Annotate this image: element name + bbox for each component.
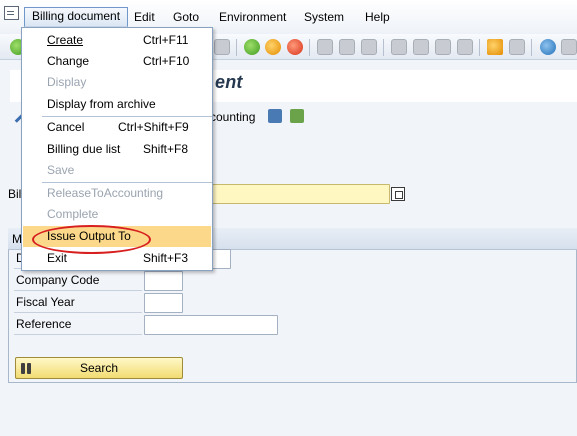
menu-option-cancel[interactable]: Cancel Ctrl+Shift+F9 [23,117,211,138]
first-page-icon[interactable] [391,39,407,55]
previous-page-icon[interactable] [413,39,429,55]
document-flow-icon[interactable] [290,109,304,123]
accounting-button-label[interactable]: counting [210,110,255,124]
create-session-icon[interactable] [487,39,503,55]
menu-option-release-to-accounting: ReleaseToAccounting [47,186,164,200]
company-code-field[interactable] [144,271,183,291]
search-button-label: Search [79,361,119,375]
next-page-icon[interactable] [435,39,451,55]
reference-field[interactable] [144,315,278,335]
search-button[interactable]: Search [15,357,183,379]
menu-option-create[interactable]: Create Ctrl+F11 [23,30,211,51]
help-icon[interactable] [540,39,556,55]
save-icon[interactable] [214,39,230,55]
toolbar-separator [309,39,310,56]
find-next-icon[interactable] [361,39,377,55]
cancel-icon[interactable] [287,39,303,55]
accounting-structure-icon[interactable] [268,109,282,123]
toolbar-separator [531,39,532,56]
menu-option-display-from-archive[interactable]: Display from archive [23,94,211,115]
menu-system[interactable]: System [300,9,348,25]
back-icon[interactable] [244,39,260,55]
exit-icon[interactable] [265,39,281,55]
menu-environment[interactable]: Environment [215,9,290,25]
find-icon[interactable] [339,39,355,55]
billing-document-field[interactable]: 5 [190,184,390,204]
annotation-circle [32,225,151,254]
layout-menu-icon[interactable] [561,39,577,55]
toolbar-separator [383,39,384,56]
shortcut-icon[interactable] [509,39,525,55]
reference-label: Reference [14,315,142,335]
fiscal-year-field[interactable] [144,293,183,313]
fiscal-year-label: Fiscal Year [14,293,142,313]
last-page-icon[interactable] [457,39,473,55]
menu-option-save: Save [47,163,75,177]
page-title: ent [215,72,243,92]
menu-option-complete: Complete [47,207,99,221]
system-menu-icon[interactable] [4,6,19,20]
menu-option-display: Display [47,75,87,89]
toolbar-separator [479,39,480,56]
binoculars-icon [21,361,33,375]
possible-entries-icon[interactable] [391,187,405,201]
toolbar-separator [236,39,237,56]
print-icon[interactable] [317,39,333,55]
menu-option-billing-due-list[interactable]: Billing due list Shift+F8 [23,139,211,160]
empty-area [0,390,577,436]
company-code-label: Company Code [14,271,142,291]
menu-option-change[interactable]: Change Ctrl+F10 [23,51,211,72]
menu-goto[interactable]: Goto [169,9,203,25]
menu-billing-document[interactable]: Billing document [24,7,129,27]
menu-edit[interactable]: Edit [130,9,159,25]
document-field[interactable] [210,249,231,269]
menu-help[interactable]: Help [361,9,394,25]
